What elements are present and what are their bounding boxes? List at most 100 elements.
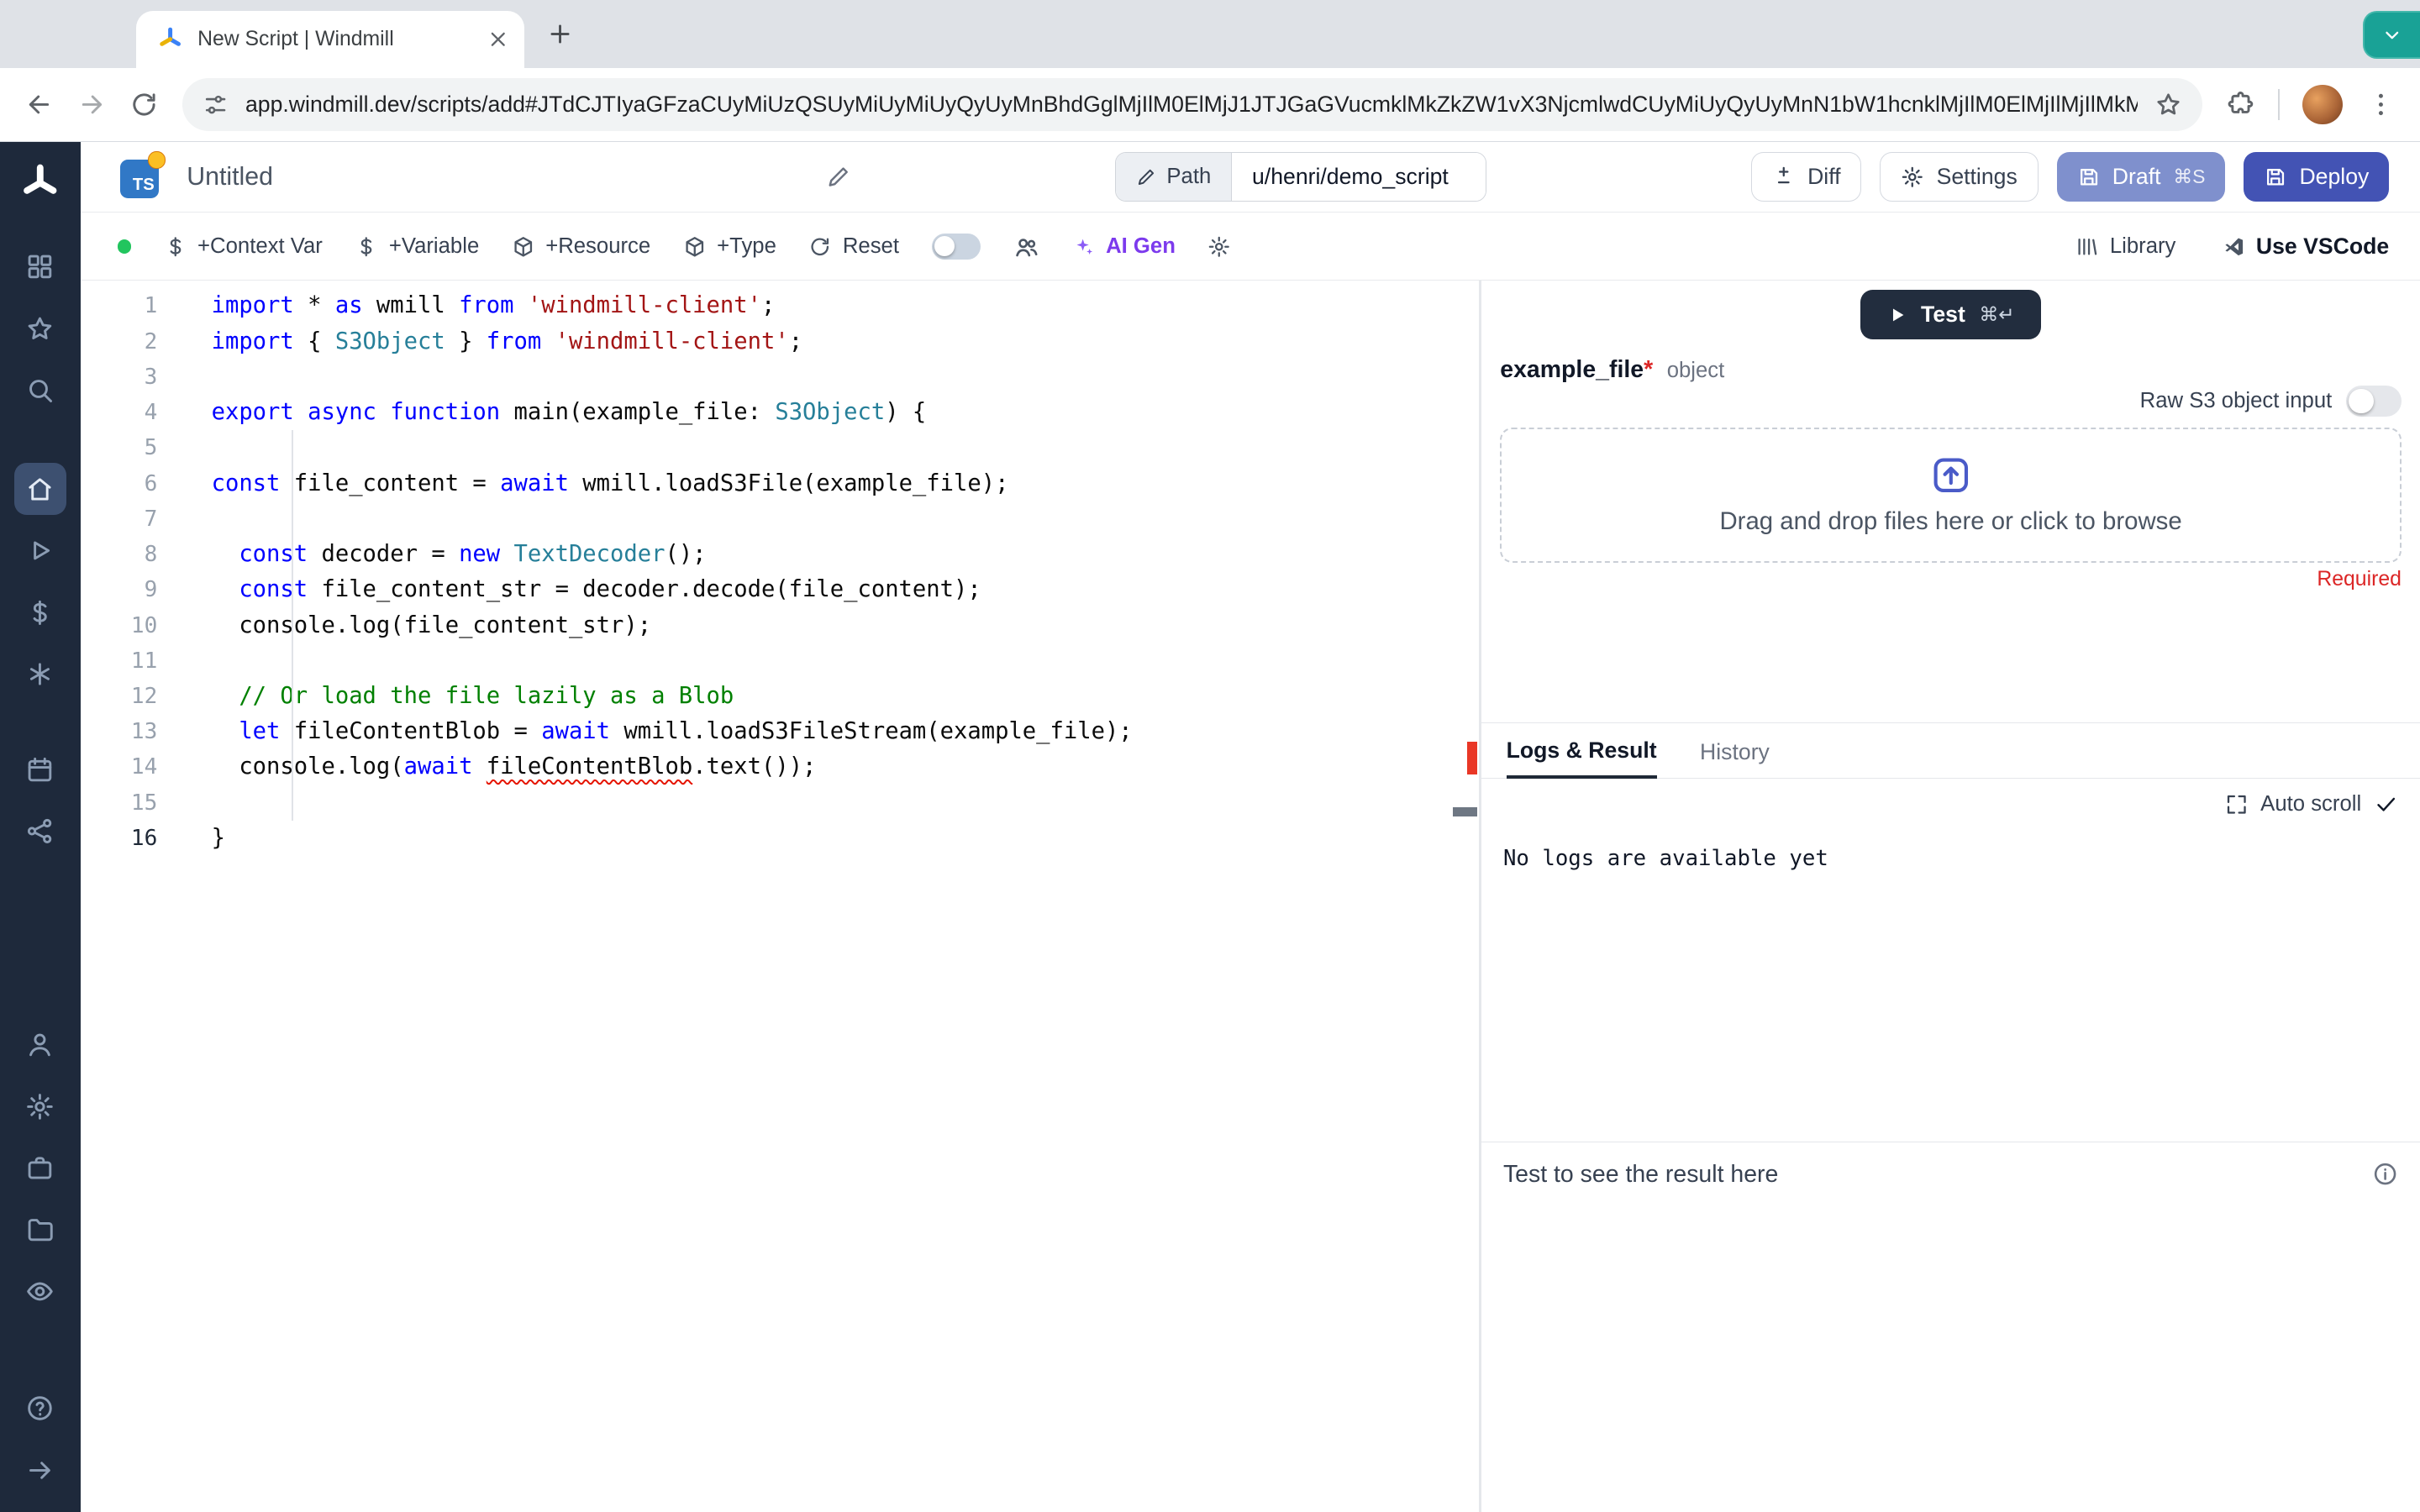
- test-label: Test: [1921, 302, 1965, 328]
- diff-button[interactable]: Diff: [1750, 152, 1862, 202]
- line-number[interactable]: 8: [81, 537, 158, 572]
- info-icon[interactable]: [2372, 1161, 2398, 1187]
- code-line[interactable]: 13 let fileContentBlob = await wmill.loa…: [81, 714, 1480, 749]
- code-line[interactable]: 6 const file_content = await wmill.loadS3…: [81, 466, 1480, 501]
- line-number[interactable]: 3: [81, 360, 158, 395]
- star-icon[interactable]: [14, 302, 66, 354]
- line-number[interactable]: 6: [81, 466, 158, 501]
- code-line[interactable]: 14 console.log(await fileContentBlob.tex…: [81, 749, 1480, 785]
- multiplayer-toggle[interactable]: [931, 233, 981, 260]
- title-area[interactable]: Untitled: [187, 163, 850, 192]
- url-text[interactable]: app.windmill.dev/scripts/add#JTdCJTIyaGF…: [245, 92, 2138, 118]
- library-button[interactable]: Library: [2075, 234, 2175, 259]
- line-number[interactable]: 9: [81, 572, 158, 607]
- line-number[interactable]: 10: [81, 608, 157, 643]
- code-token: S3Object: [334, 328, 445, 354]
- use-vscode-button[interactable]: Use VSCode: [2223, 234, 2389, 260]
- site-settings-icon[interactable]: [203, 92, 229, 118]
- file-dropzone[interactable]: Drag and drop files here or click to bro…: [1500, 427, 2402, 564]
- tab-close-icon[interactable]: [487, 28, 510, 51]
- back-icon[interactable]: [24, 90, 54, 119]
- help-icon[interactable]: [14, 1383, 66, 1435]
- dollar-icon[interactable]: [14, 586, 66, 638]
- folder-icon[interactable]: [14, 1204, 66, 1256]
- line-number[interactable]: 16: [81, 821, 157, 856]
- browser-tab[interactable]: New Script | Windmill: [135, 10, 525, 68]
- multiplayer-users-button[interactable]: [1013, 234, 1039, 260]
- new-tab-icon[interactable]: [546, 20, 574, 48]
- avatar[interactable]: [2302, 84, 2344, 125]
- code-line[interactable]: 3: [81, 360, 1480, 395]
- code-editor[interactable]: 1 import * as wmill from 'windmill-client…: [80, 281, 1482, 1512]
- expand-icon[interactable]: [2225, 793, 2249, 816]
- path-button[interactable]: Path: [1115, 153, 1232, 202]
- code-token: const: [239, 576, 308, 603]
- code-line[interactable]: 7: [81, 501, 1480, 537]
- line-number[interactable]: 11: [81, 643, 157, 679]
- add-variable-button[interactable]: +Variable: [355, 234, 479, 259]
- add-resource-button[interactable]: +Resource: [512, 234, 650, 259]
- edit-title-icon[interactable]: [826, 165, 850, 189]
- line-number[interactable]: 13: [81, 714, 157, 749]
- play-icon[interactable]: [14, 524, 66, 576]
- reset-button[interactable]: Reset: [808, 234, 899, 259]
- code-line[interactable]: 8 const decoder = new TextDecoder();: [81, 537, 1480, 572]
- line-number[interactable]: 15: [81, 785, 157, 821]
- tab-logs-result[interactable]: Logs & Result: [1506, 738, 1657, 780]
- deploy-button[interactable]: Deploy: [2244, 152, 2390, 202]
- windmill-logo[interactable]: [19, 162, 61, 204]
- test-button[interactable]: Test ⌘↵: [1860, 290, 2041, 340]
- draft-button[interactable]: Draft ⌘S: [2056, 152, 2226, 202]
- arrow-icon[interactable]: [14, 1444, 66, 1496]
- code-line[interactable]: 16}: [81, 821, 1480, 856]
- code-line[interactable]: 12 // Or load the file lazily as a Blob: [81, 679, 1480, 714]
- autoscroll-label[interactable]: Auto scroll: [2260, 792, 2361, 816]
- add-context-var-button[interactable]: +Context Var: [164, 234, 323, 259]
- line-number[interactable]: 7: [81, 501, 158, 537]
- extensions-icon[interactable]: [2226, 90, 2255, 119]
- path-value[interactable]: u/henri/demo_script: [1231, 153, 1486, 202]
- code-line[interactable]: 11: [81, 643, 1480, 679]
- editor-settings-button[interactable]: [1207, 235, 1231, 259]
- branches-icon[interactable]: [14, 648, 66, 700]
- code-line[interactable]: 9 const file_content_str = decoder.decod…: [81, 572, 1480, 607]
- check-icon[interactable]: [2374, 792, 2398, 816]
- browser-dropdown-button[interactable]: [2362, 10, 2420, 59]
- tab-history[interactable]: History: [1700, 739, 1770, 778]
- address-bar[interactable]: app.windmill.dev/scripts/add#JTdCJTIyaGF…: [182, 78, 2203, 131]
- settings-button[interactable]: Settings: [1880, 152, 2039, 202]
- line-number[interactable]: 12: [81, 679, 157, 714]
- code-line[interactable]: 10 console.log(file_content_str);: [81, 608, 1480, 643]
- home-icon[interactable]: [13, 462, 66, 516]
- code-line[interactable]: 1 import * as wmill from 'windmill-client…: [81, 288, 1480, 323]
- person-icon[interactable]: [14, 1018, 66, 1070]
- code-line[interactable]: 4 export async function main(example_file…: [81, 395, 1480, 430]
- forward-icon[interactable]: [77, 90, 107, 119]
- calendar-icon[interactable]: [14, 743, 66, 795]
- eye-icon[interactable]: [14, 1265, 66, 1317]
- gear-icon[interactable]: [14, 1080, 66, 1132]
- ai-gen-button[interactable]: AI Gen: [1072, 234, 1176, 259]
- raw-s3-toggle[interactable]: [2345, 386, 2402, 417]
- typescript-badge[interactable]: TS: [120, 151, 166, 198]
- browser-menu-icon[interactable]: [2366, 90, 2396, 119]
- search-icon[interactable]: [14, 364, 66, 416]
- line-number[interactable]: 4: [81, 395, 158, 430]
- raw-s3-row: Raw S3 object input: [1500, 386, 2402, 417]
- nodes-icon[interactable]: [14, 806, 66, 858]
- line-number[interactable]: 14: [81, 749, 157, 785]
- line-number[interactable]: 1: [81, 288, 158, 323]
- briefcase-icon[interactable]: [14, 1142, 66, 1194]
- code-line[interactable]: 2 import { S3Object } from 'windmill-clie…: [81, 324, 1480, 360]
- reload-icon[interactable]: [129, 90, 159, 119]
- bookmark-icon[interactable]: [2154, 91, 2182, 118]
- grid-icon[interactable]: [14, 241, 66, 293]
- add-type-button[interactable]: +Type: [683, 234, 776, 259]
- code-line[interactable]: 15: [81, 785, 1480, 821]
- code-token: const: [239, 541, 308, 568]
- code-line[interactable]: 5: [81, 430, 1480, 465]
- raw-s3-label: Raw S3 object input: [2139, 388, 2333, 412]
- line-number[interactable]: 2: [81, 324, 158, 360]
- script-title[interactable]: Untitled: [187, 163, 273, 192]
- line-number[interactable]: 5: [81, 430, 158, 465]
